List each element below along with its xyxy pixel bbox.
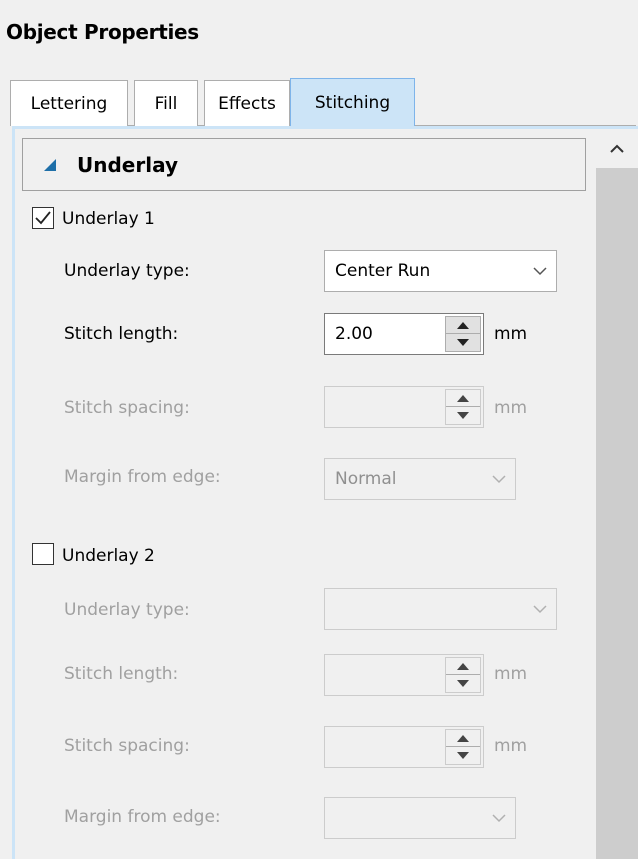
spin-up-button[interactable] (446, 658, 480, 675)
underlay-2-stitch-length-unit: mm (494, 664, 528, 684)
chevron-up-icon (610, 144, 624, 153)
triangle-collapse-icon (43, 158, 57, 172)
triangle-up-icon (457, 394, 469, 402)
underlay-1-margin-select[interactable]: Normal (324, 458, 516, 500)
triangle-up-icon (457, 662, 469, 670)
underlay-1-checkbox[interactable] (32, 207, 54, 229)
underlay-1-stitch-length-label: Stitch length: (64, 324, 179, 344)
triangle-down-icon (457, 752, 469, 759)
chevron-down-icon (492, 475, 506, 484)
triangle-down-icon (457, 680, 469, 687)
underlay-1-stitch-spacing-unit: mm (494, 398, 528, 418)
stitch-spacing-spinner (445, 389, 481, 425)
underlay-1-margin-label: Margin from edge: (64, 467, 221, 487)
triangle-down-icon (457, 412, 469, 419)
underlay-1-stitch-spacing-label: Stitch spacing: (64, 398, 190, 418)
chevron-down-icon (533, 605, 547, 614)
stitch-spacing-spinner (445, 729, 481, 765)
tab-effects[interactable]: Effects (204, 80, 290, 126)
underlay-2-type-select[interactable] (324, 588, 557, 630)
scroll-thumb[interactable] (596, 168, 638, 859)
stitch-length-spinner (445, 316, 481, 352)
triangle-up-icon (457, 734, 469, 742)
underlay-1-margin-value: Normal (335, 469, 397, 489)
checkmark-icon (35, 211, 51, 225)
underlay-1-stitch-length-value: 2.00 (335, 324, 373, 344)
spin-down-button[interactable] (446, 407, 480, 424)
chevron-down-icon (533, 267, 547, 276)
underlay-1-type-label: Underlay type: (64, 261, 190, 281)
tab-lettering[interactable]: Lettering (10, 80, 128, 126)
spin-down-button[interactable] (446, 747, 480, 764)
underlay-2-margin-label: Margin from edge: (64, 807, 221, 827)
underlay-1-type-select[interactable]: Center Run (324, 250, 557, 292)
section-title: Underlay (77, 152, 178, 177)
underlay-2-stitch-length-input[interactable] (324, 654, 484, 696)
underlay-2-stitch-length-label: Stitch length: (64, 664, 179, 684)
underlay-1-label[interactable]: Underlay 1 (62, 209, 155, 229)
spin-up-button[interactable] (446, 730, 480, 747)
underlay-1-stitch-length-unit: mm (494, 324, 528, 344)
underlay-2-margin-select[interactable] (324, 797, 516, 839)
underlay-2-checkbox[interactable] (32, 543, 54, 565)
chevron-down-icon (492, 814, 506, 823)
tab-stitching[interactable]: Stitching (290, 78, 415, 126)
stitch-length-spinner (445, 657, 481, 693)
underlay-2-type-label: Underlay type: (64, 600, 190, 620)
underlay-2-stitch-spacing-input[interactable] (324, 726, 484, 768)
underlay-2-stitch-spacing-unit: mm (494, 736, 528, 756)
tab-fill[interactable]: Fill (134, 80, 198, 126)
underlay-2-stitch-spacing-label: Stitch spacing: (64, 736, 190, 756)
spin-up-button[interactable] (446, 390, 480, 407)
scroll-up-button[interactable] (596, 131, 638, 167)
underlay-1-type-value: Center Run (335, 261, 431, 281)
spin-down-button[interactable] (446, 334, 480, 351)
panel-title: Object Properties (6, 20, 199, 44)
section-header-underlay[interactable]: Underlay (22, 138, 586, 191)
triangle-down-icon (457, 339, 469, 346)
underlay-1-stitch-spacing-input[interactable] (324, 386, 484, 428)
underlay-2-label[interactable]: Underlay 2 (62, 546, 155, 566)
spin-up-button[interactable] (446, 317, 480, 334)
vertical-scrollbar[interactable] (596, 131, 638, 859)
triangle-up-icon (457, 321, 469, 329)
underlay-1-stitch-length-input[interactable]: 2.00 (324, 313, 484, 355)
spin-down-button[interactable] (446, 675, 480, 692)
